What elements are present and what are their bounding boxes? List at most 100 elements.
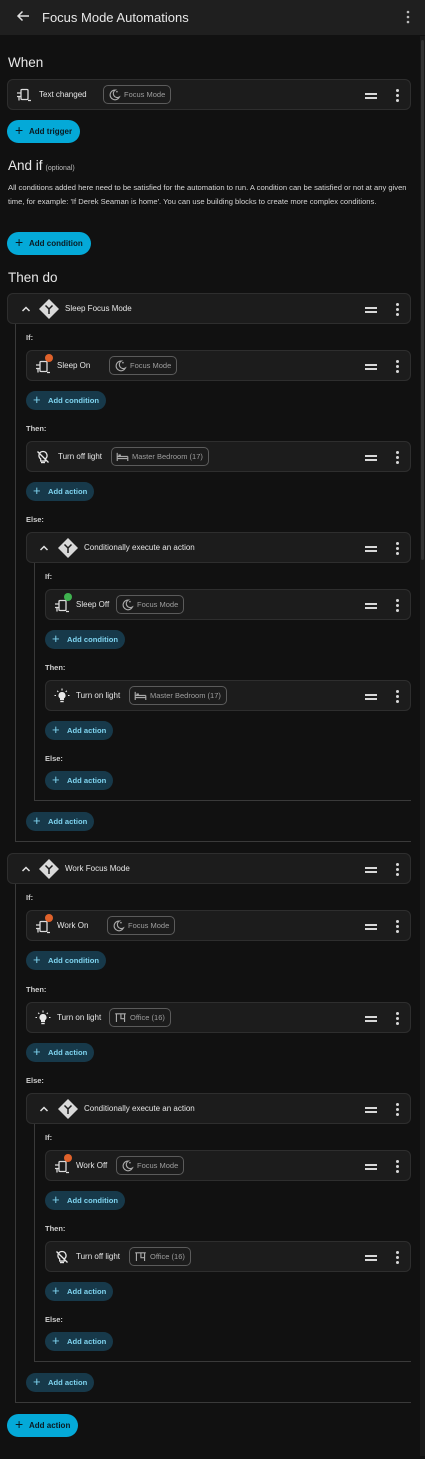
scrollbar-thumb[interactable] bbox=[421, 40, 424, 560]
back-arrow-icon[interactable] bbox=[16, 9, 30, 23]
chevron-up-icon[interactable] bbox=[21, 305, 31, 313]
drag-handle-icon[interactable] bbox=[365, 455, 377, 461]
more-options-icon[interactable] bbox=[395, 920, 399, 933]
condition-label: Work On bbox=[57, 921, 89, 930]
add-action-button-main[interactable]: Add action bbox=[7, 1413, 79, 1437]
nested-choose-header[interactable]: Conditionally execute an action bbox=[26, 1093, 411, 1124]
chip-label: Master Bedroom (17) bbox=[150, 691, 221, 700]
add-action-button[interactable]: Add action bbox=[45, 1331, 114, 1351]
nested-choose-header[interactable]: Conditionally execute an action bbox=[26, 532, 411, 563]
condition-card[interactable]: Work On Focus Mode bbox=[26, 910, 411, 941]
then-label: Then: bbox=[45, 1224, 66, 1233]
add-condition-button[interactable]: Add condition bbox=[7, 231, 91, 255]
more-options-icon[interactable] bbox=[395, 1160, 399, 1173]
drag-handle-icon[interactable] bbox=[365, 1255, 377, 1261]
condition-card[interactable]: Sleep Off Focus Mode bbox=[45, 589, 411, 620]
chip-label: Focus Mode bbox=[137, 1161, 179, 1170]
more-options-icon[interactable] bbox=[395, 360, 399, 373]
scrollbar[interactable] bbox=[420, 36, 425, 1456]
add-action-button[interactable]: Add action bbox=[45, 770, 114, 790]
more-options-icon[interactable] bbox=[395, 1251, 399, 1264]
add-action-button[interactable]: Add action bbox=[45, 720, 114, 740]
action-card[interactable]: Turn off light Master Bedroom (17) bbox=[26, 441, 411, 472]
add-condition-button[interactable]: Add condition bbox=[26, 950, 107, 970]
add-action-button[interactable]: Add action bbox=[26, 1042, 95, 1062]
chip-label: Master Bedroom (17) bbox=[132, 452, 203, 461]
page-title: Focus Mode Automations bbox=[42, 10, 189, 25]
drag-handle-icon[interactable] bbox=[365, 546, 377, 552]
more-options-icon[interactable] bbox=[395, 1012, 399, 1025]
more-options-icon[interactable] bbox=[395, 690, 399, 703]
block-title: Sleep Focus Mode bbox=[65, 304, 132, 313]
area-chip[interactable]: Master Bedroom (17) bbox=[129, 686, 227, 705]
block-border bbox=[34, 800, 411, 801]
drag-handle-icon[interactable] bbox=[365, 364, 377, 370]
else-label: Else: bbox=[26, 515, 44, 524]
action-card[interactable]: Turn on light Office (16) bbox=[26, 1002, 411, 1033]
drag-handle-icon[interactable] bbox=[365, 1016, 377, 1022]
more-options-icon[interactable] bbox=[395, 542, 399, 555]
condition-card[interactable]: Sleep On Focus Mode bbox=[26, 350, 411, 381]
entity-chip[interactable]: Focus Mode bbox=[116, 1156, 185, 1175]
if-label: If: bbox=[26, 893, 34, 902]
optional-label: (optional) bbox=[45, 165, 75, 172]
more-options-icon[interactable] bbox=[395, 863, 399, 876]
desk-icon bbox=[114, 1011, 127, 1024]
moon-icon bbox=[112, 919, 125, 932]
area-chip[interactable]: Master Bedroom (17) bbox=[111, 447, 209, 466]
entity-chip[interactable]: Focus Mode bbox=[116, 595, 185, 614]
add-condition-button[interactable]: Add condition bbox=[26, 390, 107, 410]
more-options-icon[interactable] bbox=[395, 1103, 399, 1116]
sleep-focus-block-header[interactable]: Sleep Focus Mode bbox=[7, 293, 411, 324]
block-title: Conditionally execute an action bbox=[84, 543, 195, 552]
action-card[interactable]: Turn off light Office (16) bbox=[45, 1241, 411, 1272]
device-icon bbox=[16, 87, 32, 103]
bed-icon bbox=[116, 450, 129, 463]
condition-card[interactable]: Work Off Focus Mode bbox=[45, 1150, 411, 1181]
drag-handle-icon[interactable] bbox=[365, 694, 377, 700]
lightbulb-on-icon bbox=[35, 1010, 51, 1026]
else-label: Else: bbox=[45, 1315, 63, 1324]
then-label: Then: bbox=[45, 663, 66, 672]
entity-chip[interactable]: Focus Mode bbox=[103, 85, 172, 104]
add-condition-button[interactable]: Add condition bbox=[45, 1190, 126, 1210]
entity-chip[interactable]: Focus Mode bbox=[107, 916, 176, 935]
overflow-menu-icon[interactable] bbox=[405, 10, 411, 24]
and-if-title: And if bbox=[8, 158, 43, 173]
then-label: Then: bbox=[26, 985, 47, 994]
more-options-icon[interactable] bbox=[395, 451, 399, 464]
work-focus-block-header[interactable]: Work Focus Mode bbox=[7, 853, 411, 884]
chevron-up-icon[interactable] bbox=[21, 865, 31, 873]
drag-handle-icon[interactable] bbox=[365, 93, 377, 99]
drag-handle-icon[interactable] bbox=[365, 1164, 377, 1170]
area-chip[interactable]: Office (16) bbox=[109, 1008, 171, 1027]
add-condition-button[interactable]: Add condition bbox=[45, 629, 126, 649]
add-action-button[interactable]: Add action bbox=[26, 481, 95, 501]
block-title: Conditionally execute an action bbox=[84, 1104, 195, 1113]
error-badge bbox=[45, 354, 53, 362]
chevron-up-icon[interactable] bbox=[39, 544, 49, 552]
drag-handle-icon[interactable] bbox=[365, 307, 377, 313]
more-options-icon[interactable] bbox=[395, 89, 399, 102]
drag-handle-icon[interactable] bbox=[365, 867, 377, 873]
add-action-button[interactable]: Add action bbox=[45, 1281, 114, 1301]
trigger-label: Text changed bbox=[39, 90, 87, 99]
chip-label: Office (16) bbox=[150, 1252, 185, 1261]
area-chip[interactable]: Office (16) bbox=[129, 1247, 191, 1266]
action-label: Turn on light bbox=[57, 1013, 102, 1022]
action-card[interactable]: Turn on light Master Bedroom (17) bbox=[45, 680, 411, 711]
add-action-button[interactable]: Add action bbox=[26, 811, 95, 831]
add-action-button[interactable]: Add action bbox=[26, 1372, 95, 1392]
more-options-icon[interactable] bbox=[395, 599, 399, 612]
drag-handle-icon[interactable] bbox=[365, 603, 377, 609]
more-options-icon[interactable] bbox=[395, 303, 399, 316]
chip-label: Office (16) bbox=[130, 1013, 165, 1022]
else-label: Else: bbox=[45, 754, 63, 763]
trigger-card[interactable]: Text changed Focus Mode bbox=[7, 79, 411, 110]
lightbulb-off-icon bbox=[54, 1249, 70, 1265]
drag-handle-icon[interactable] bbox=[365, 1107, 377, 1113]
add-trigger-button[interactable]: Add trigger bbox=[7, 119, 81, 143]
chevron-up-icon[interactable] bbox=[39, 1105, 49, 1113]
entity-chip[interactable]: Focus Mode bbox=[109, 356, 178, 375]
drag-handle-icon[interactable] bbox=[365, 924, 377, 930]
